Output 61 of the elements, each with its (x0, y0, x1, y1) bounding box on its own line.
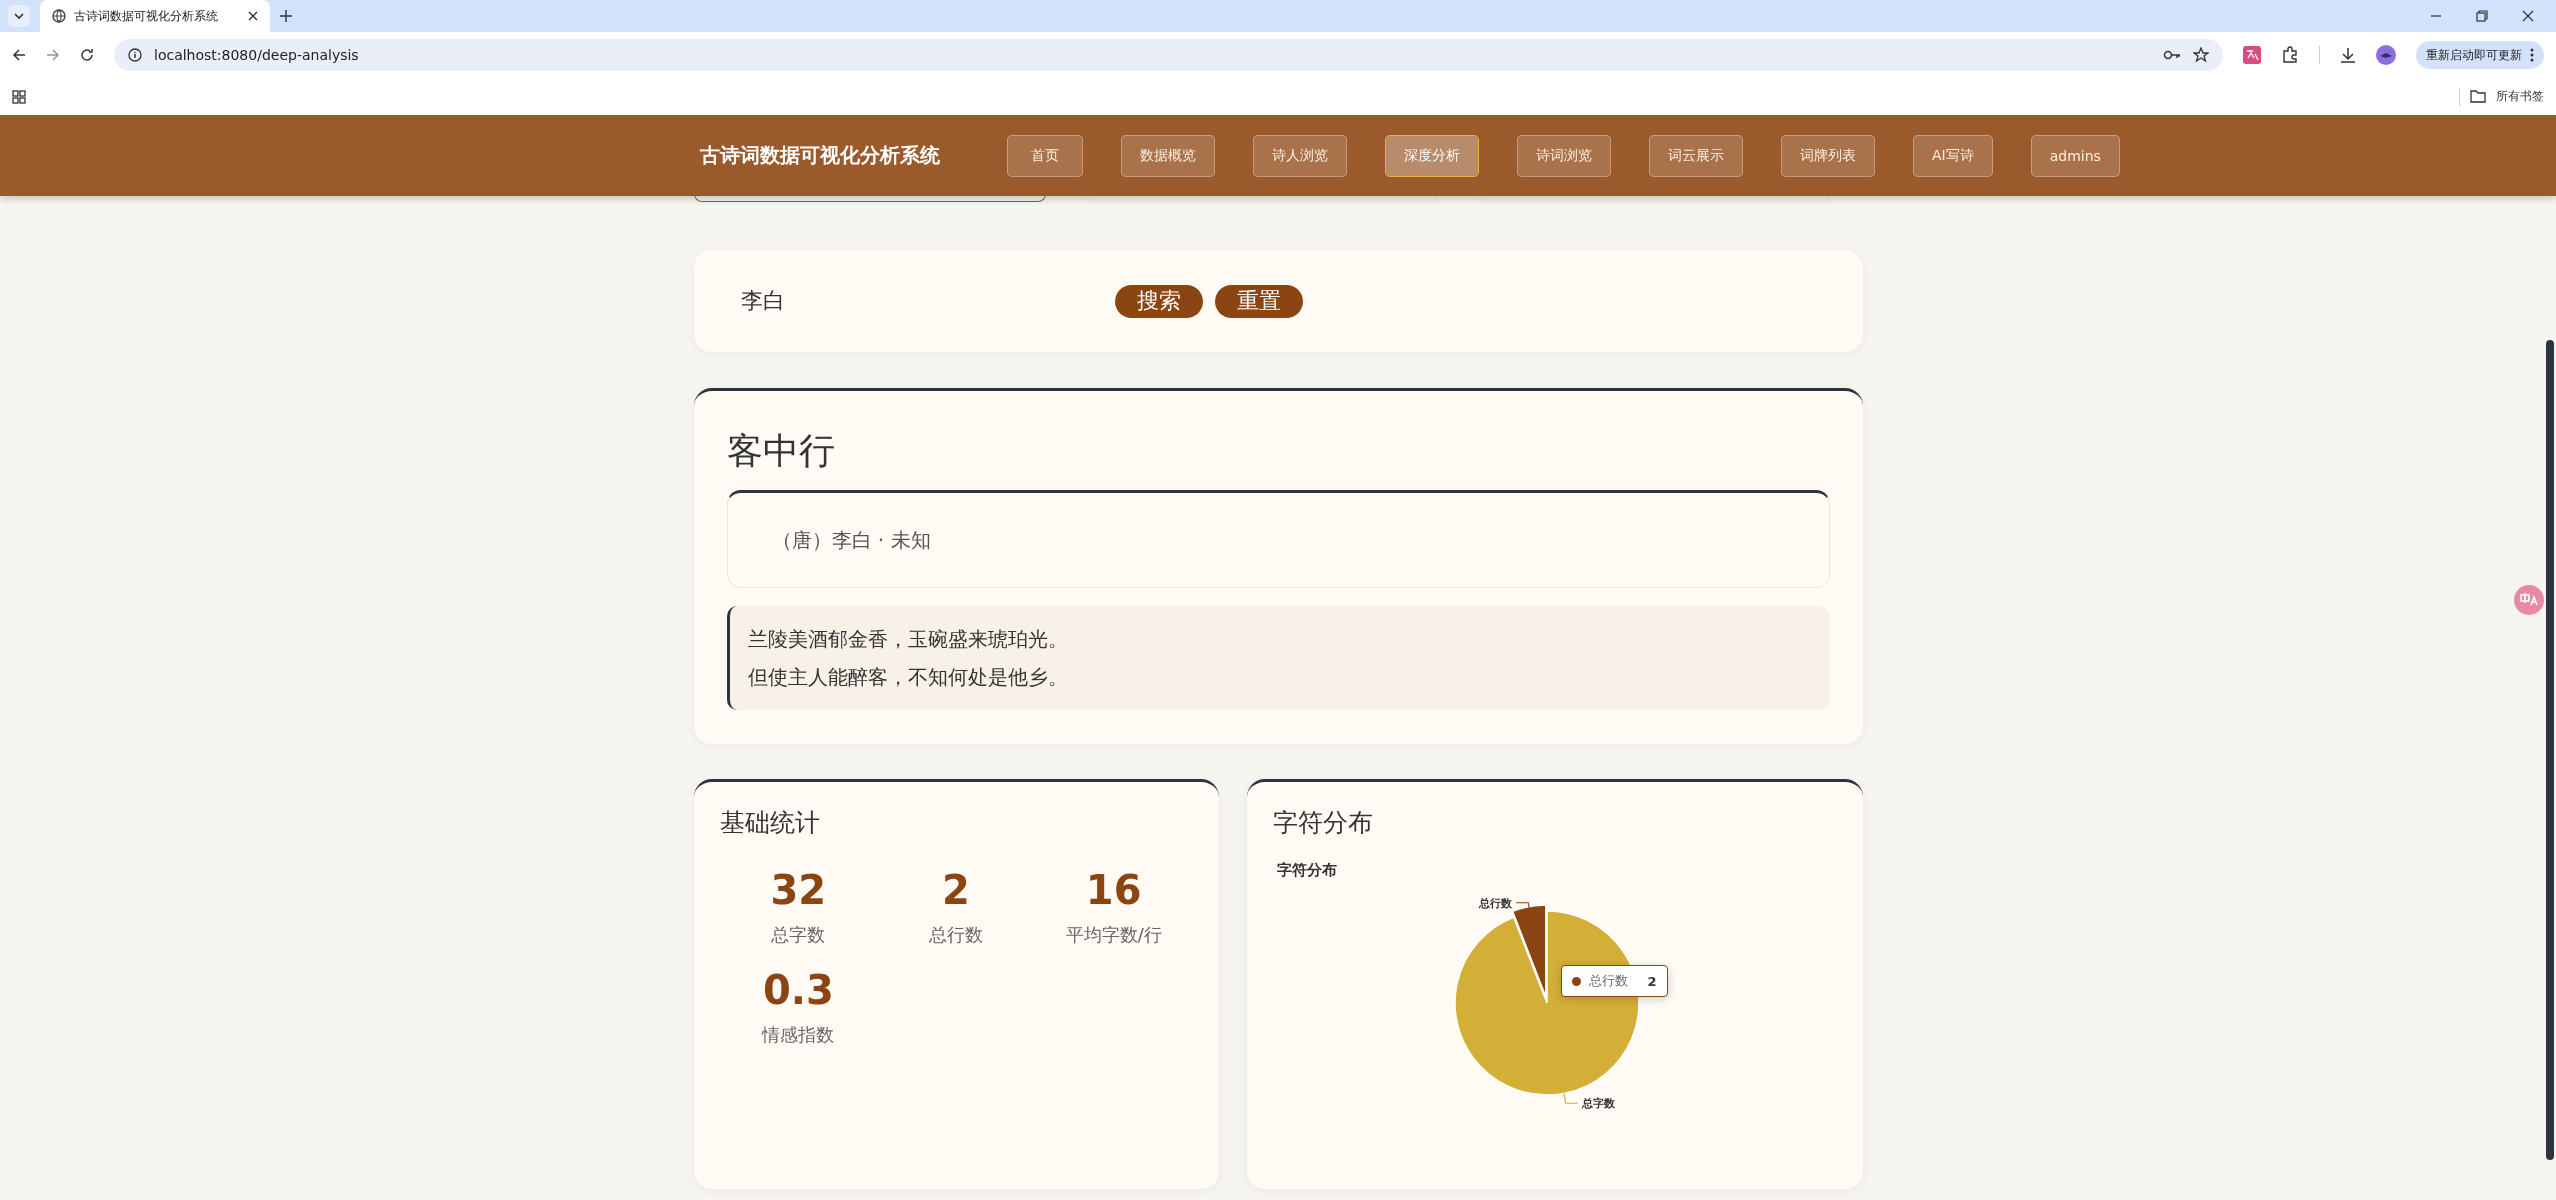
pie-slice[interactable] (1453, 910, 1640, 1096)
card-title: 基础统计 (719, 807, 821, 839)
stat-value: 32 (770, 867, 827, 913)
scrollbar-thumb[interactable] (2546, 340, 2554, 1160)
reload-icon[interactable] (80, 48, 94, 62)
profile-avatar-icon[interactable] (2376, 45, 2396, 65)
update-button[interactable]: 重新启动即可更新 (2416, 41, 2544, 69)
slice-label: 总行数 (1478, 896, 1512, 910)
stat-value: 16 (1085, 867, 1142, 913)
star-icon[interactable] (2193, 47, 2209, 63)
close-icon[interactable] (248, 11, 258, 21)
nav-tab[interactable]: 首页 (1007, 134, 1083, 177)
bookmarks-link[interactable]: 所有书签 (2496, 88, 2544, 105)
stat-value: 2 (942, 867, 970, 913)
chart-title: 字符分布 (1276, 861, 1337, 879)
nav-tab[interactable]: AI写诗 (1913, 134, 1993, 177)
restore-icon[interactable] (2476, 10, 2488, 22)
nav-tab[interactable]: 诗词浏览 (1517, 134, 1611, 177)
key-icon[interactable] (2163, 49, 2181, 61)
tab-title: 古诗词数据可视化分析系统 (74, 7, 218, 25)
stat-label: 情感指数 (762, 1023, 835, 1047)
poem-title: 客中行 (726, 429, 836, 473)
site-title: 古诗词数据可视化分析系统 (700, 142, 940, 169)
search-action-button[interactable]: 重置 (1214, 284, 1303, 318)
new-tab-icon[interactable] (280, 10, 292, 22)
tab-list-icon[interactable] (8, 5, 30, 27)
puzzle-icon[interactable] (2281, 46, 2299, 64)
tooltip-label: 总行数 (1588, 972, 1628, 990)
nav-tab[interactable]: 诗人浏览 (1253, 134, 1347, 177)
leader-line (1562, 1092, 1578, 1104)
browser-tab[interactable]: 古诗词数据可视化分析系统 (40, 0, 270, 32)
search-field[interactable]: 李白 (738, 287, 1063, 315)
poem-author: （唐）李白 · 未知 (771, 526, 931, 554)
poem-line: 但使主人能醉客，不知何处是他乡。 (747, 664, 1069, 691)
close-icon[interactable] (2522, 10, 2534, 22)
search-action-button[interactable]: 搜索 (1114, 284, 1203, 318)
download-icon[interactable] (2340, 47, 2356, 63)
nav-tab[interactable]: admins (2030, 134, 2120, 177)
nav-tab[interactable]: 数据概览 (1121, 134, 1215, 177)
nav-tab[interactable]: 词云展示 (1649, 134, 1743, 177)
info-icon[interactable] (128, 48, 142, 62)
folder-icon[interactable] (2470, 90, 2486, 103)
stat-label: 平均字数/行 (1065, 923, 1162, 947)
slice-label: 总字数 (1581, 1097, 1615, 1111)
nav-tab[interactable]: 词牌列表 (1781, 134, 1875, 177)
translate-extension-icon[interactable] (2243, 46, 2261, 64)
poem-line: 兰陵美酒郁金香，玉碗盛来琥珀光。 (747, 626, 1069, 653)
apps-grid-icon[interactable] (12, 89, 26, 104)
tooltip-value: 2 (1647, 973, 1657, 989)
back-icon[interactable] (12, 48, 26, 62)
stat-value: 0.3 (762, 967, 834, 1013)
pie-slice[interactable] (1511, 904, 1547, 998)
more-icon[interactable] (2530, 48, 2534, 62)
card-title: 字符分布 (1272, 807, 1374, 839)
stat-label: 总行数 (929, 923, 983, 947)
globe-icon (52, 9, 66, 23)
url-text: localhost:8080/deep-analysis (154, 47, 359, 63)
nav-tab[interactable]: 深度分析 (1385, 134, 1479, 177)
address-bar[interactable]: localhost:8080/deep-analysis (114, 39, 2223, 71)
stat-label: 总字数 (771, 923, 826, 947)
forward-icon[interactable] (46, 48, 60, 62)
